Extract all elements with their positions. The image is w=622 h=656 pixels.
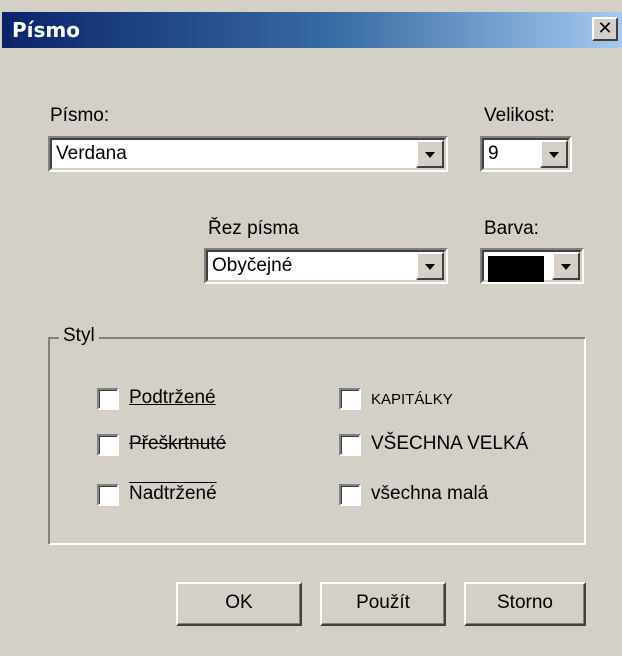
overline-checkbox[interactable]: [97, 484, 119, 506]
chevron-down-icon: [561, 264, 571, 270]
color-label: Barva:: [484, 218, 539, 239]
close-button[interactable]: ✕: [592, 17, 618, 41]
chevron-down-icon: [425, 152, 435, 158]
font-style-select[interactable]: Obyčejné: [204, 248, 448, 284]
chevron-down-icon: [425, 264, 435, 270]
style-groupbox: Styl Podtržené Přeškrtnuté Nadtržené KAP…: [48, 325, 586, 545]
color-swatch: [488, 256, 544, 282]
font-dropdown-button[interactable]: [416, 140, 444, 168]
font-dialog: Písmo ✕ Písmo: Verdana Velikost: 9 Řez p…: [0, 0, 622, 656]
lowercase-checkbox[interactable]: [339, 484, 361, 506]
color-dropdown-button[interactable]: [552, 252, 580, 280]
font-value: Verdana: [56, 143, 127, 164]
ok-button[interactable]: OK: [176, 582, 302, 626]
overline-label: Nadtržené: [129, 483, 217, 504]
lowercase-label: všechna malá: [371, 483, 489, 504]
small-caps-checkbox[interactable]: [339, 388, 361, 410]
color-select[interactable]: [480, 248, 584, 284]
strikethrough-checkbox[interactable]: [97, 434, 119, 456]
underline-checkbox[interactable]: [97, 388, 119, 410]
font-select[interactable]: Verdana: [48, 136, 448, 172]
close-icon: ✕: [597, 18, 613, 39]
apply-button[interactable]: Použít: [320, 582, 446, 626]
title-bar[interactable]: Písmo ✕: [2, 12, 622, 48]
all-caps-label: VŠECHNA VELKÁ: [371, 433, 529, 454]
font-style-value: Obyčejné: [212, 255, 293, 276]
font-style-label: Řez písma: [208, 218, 299, 239]
size-select[interactable]: 9: [480, 136, 572, 172]
dialog-title: Písmo: [12, 18, 80, 42]
size-dropdown-button[interactable]: [540, 140, 568, 168]
strikethrough-label: Přeškrtnuté: [129, 433, 227, 454]
size-label: Velikost:: [484, 105, 555, 126]
size-value: 9: [488, 143, 499, 164]
small-caps-label: KAPITÁLKY: [371, 391, 453, 408]
cancel-button[interactable]: Storno: [464, 582, 586, 626]
style-group-title: Styl: [59, 325, 99, 347]
all-caps-checkbox[interactable]: [339, 434, 361, 456]
font-label: Písmo:: [50, 105, 110, 126]
font-style-dropdown-button[interactable]: [416, 252, 444, 280]
underline-label: Podtržené: [129, 387, 216, 408]
chevron-down-icon: [549, 152, 559, 158]
